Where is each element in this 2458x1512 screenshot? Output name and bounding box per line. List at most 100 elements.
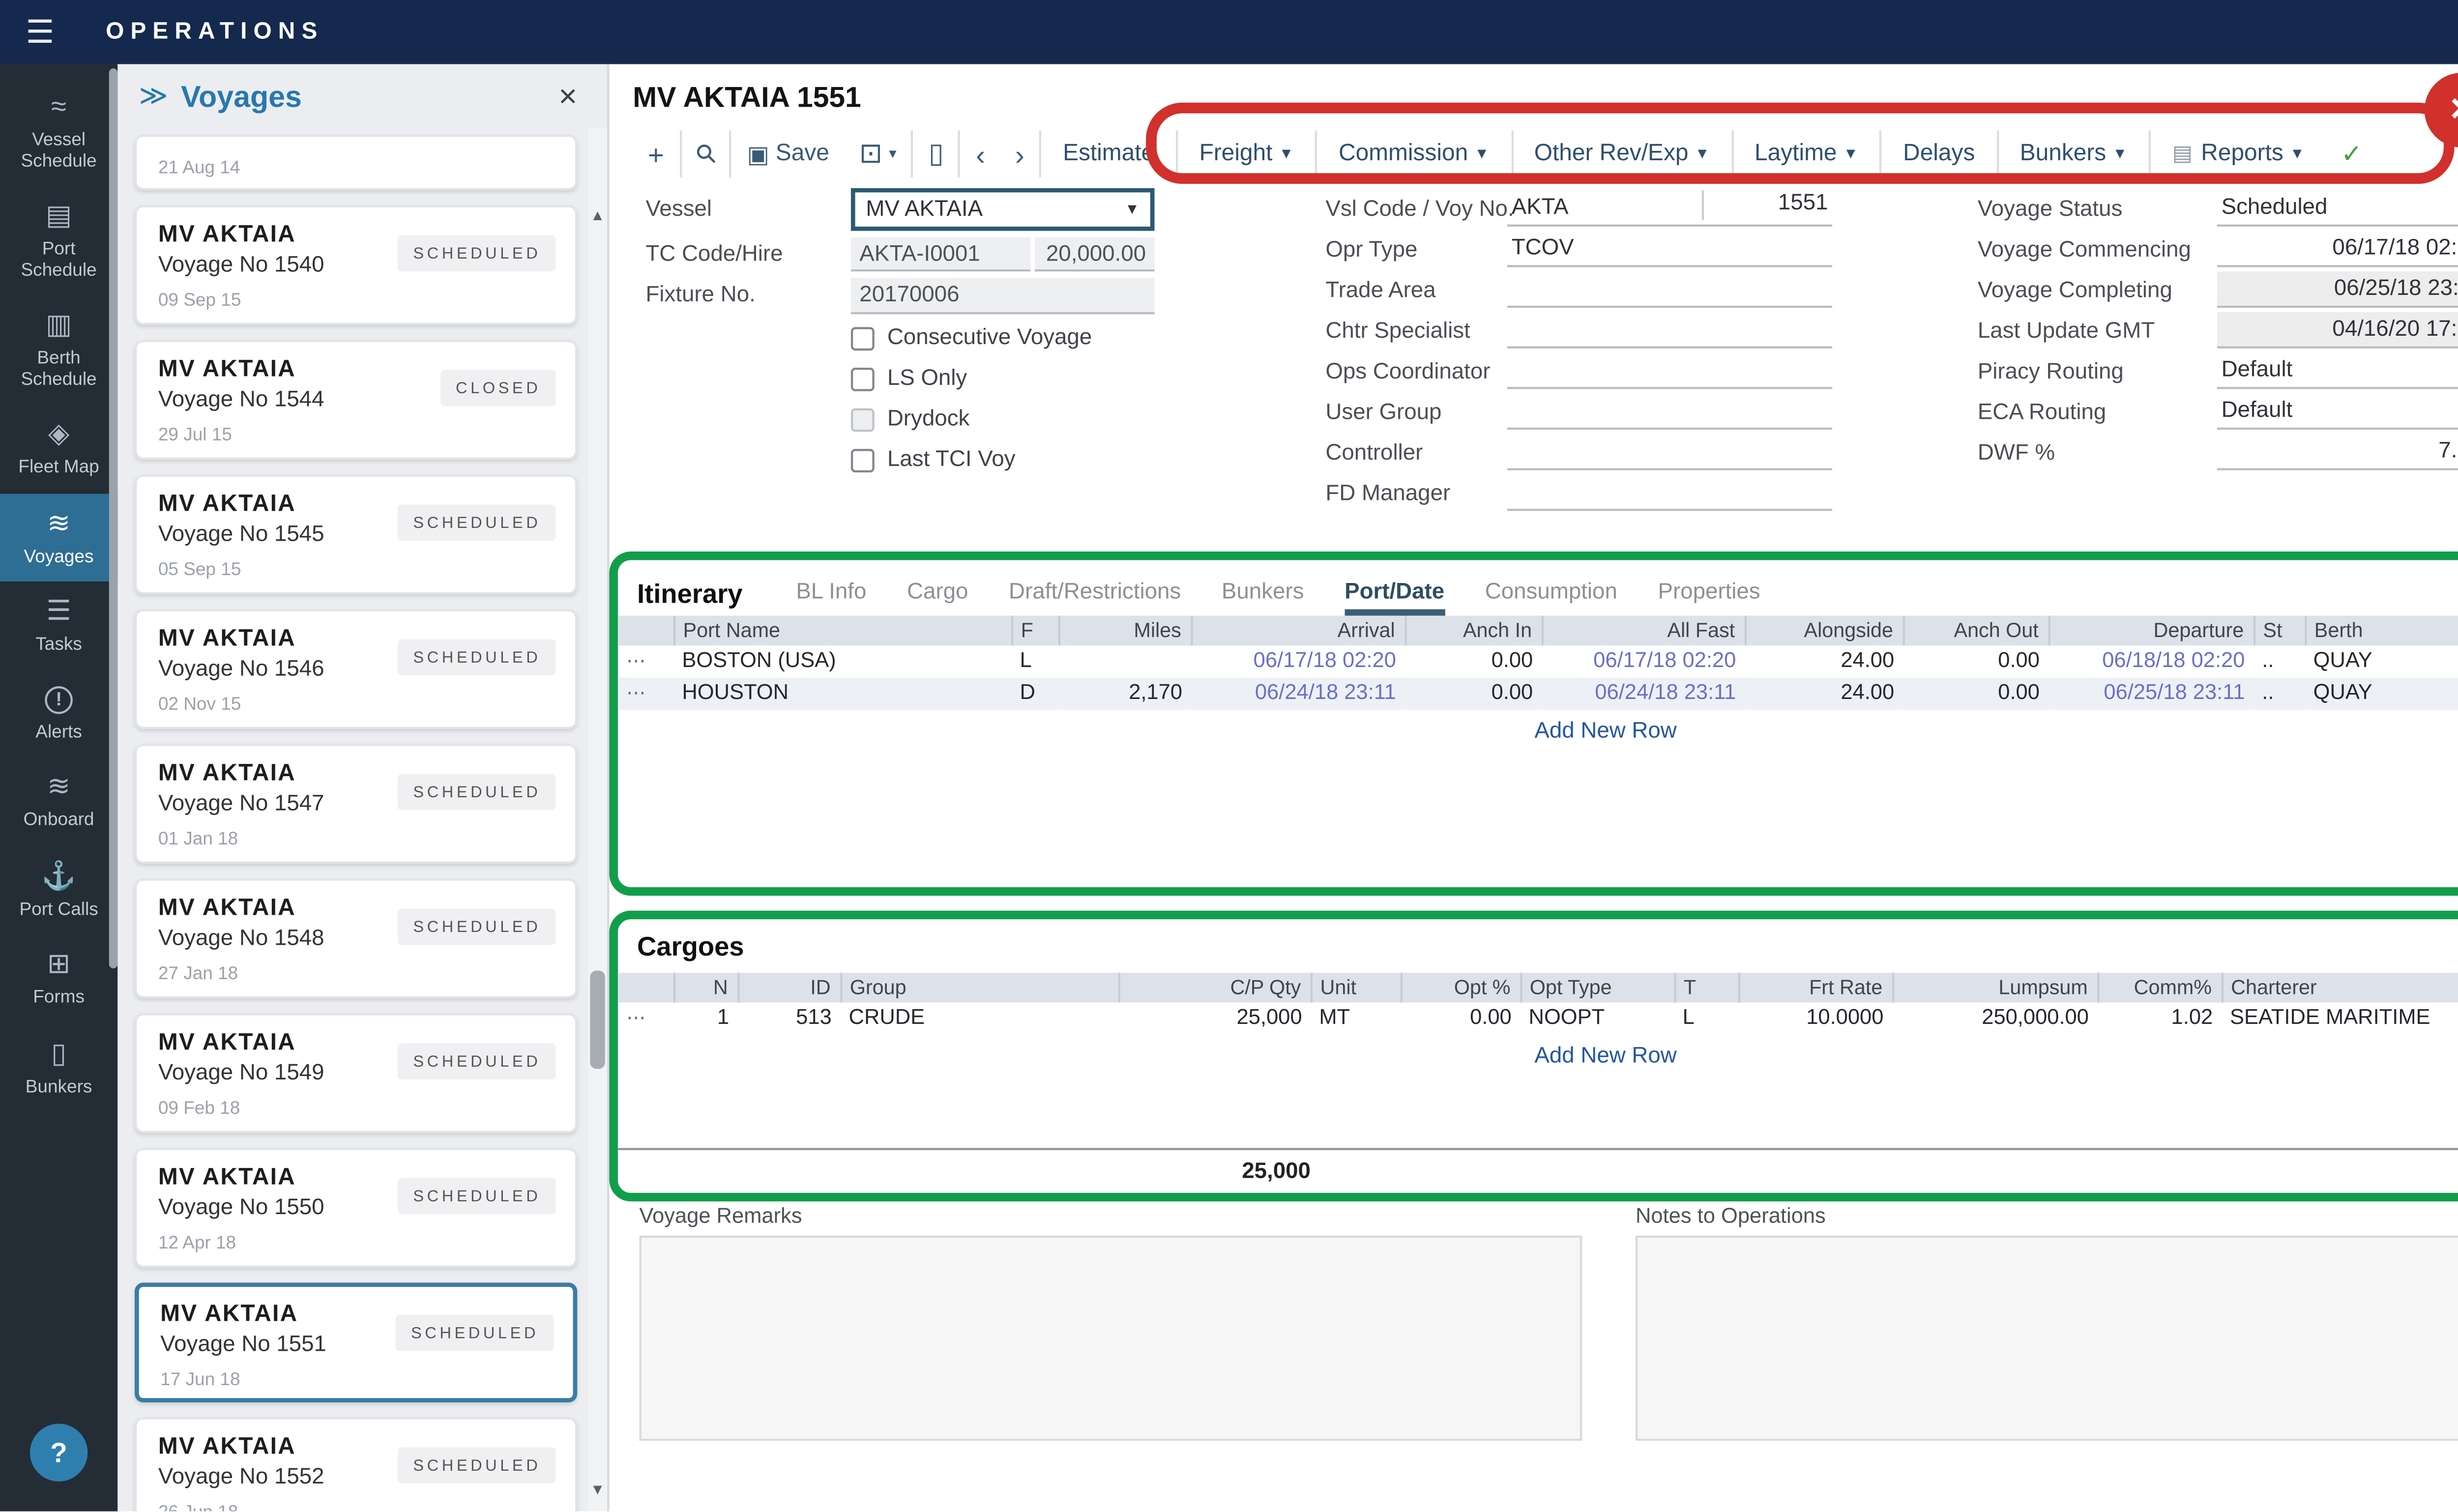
itin-table-col-header-anch-out: Anch Out xyxy=(1903,616,2048,646)
tab-consumption[interactable]: Consumption xyxy=(1485,580,1617,616)
sidebar-item-port-schedule[interactable]: ▤Port Schedule xyxy=(0,186,117,295)
save-button[interactable]: ▣Save xyxy=(747,140,829,168)
toolbar-menu-freight[interactable]: Freight▼ xyxy=(1178,141,1315,167)
toolbar-menu-laytime[interactable]: Laytime▼ xyxy=(1733,141,1880,167)
field-opr-type[interactable]: TCOV xyxy=(1507,231,1832,267)
cargoes-add-new-row[interactable]: Add New Row xyxy=(618,1043,2458,1069)
scrollbar-thumb[interactable] xyxy=(590,970,605,1069)
tc-code-field[interactable]: AKTA-I0001 xyxy=(851,237,1030,272)
toolbar-menu-bunkers[interactable]: Bunkers▼ xyxy=(1998,141,2149,167)
voyage-card[interactable]: MV AKTAIAVoyage No 154909 Feb 18SCHEDULE… xyxy=(135,1013,577,1133)
fixture-no-field[interactable]: 20170006 xyxy=(851,278,1155,314)
toolbar-menu-estimate[interactable]: Estimate xyxy=(1042,141,1176,167)
chevron-down-icon: ▼ xyxy=(1279,146,1294,161)
checkbox-ls-only[interactable]: LS Only xyxy=(851,366,967,391)
field-label-opr-type: Opr Type xyxy=(1325,237,1417,263)
field-user-group[interactable] xyxy=(1507,393,1832,430)
checkbox-box[interactable] xyxy=(851,326,875,349)
sidebar-item-forms[interactable]: ⊞Forms xyxy=(0,934,117,1023)
scroll-up-icon[interactable]: ▲ xyxy=(588,209,607,224)
field-fd-manager[interactable] xyxy=(1507,474,1832,511)
scroll-down-icon[interactable]: ▼ xyxy=(588,1483,607,1498)
voyage-card[interactable]: MV AKTAIAVoyage No 154701 Jan 18SCHEDULE… xyxy=(135,744,577,864)
notes-to-operations-textarea[interactable] xyxy=(1636,1236,2458,1441)
field-vsl-code-voy-no[interactable]: AKTA1551 xyxy=(1507,190,1832,227)
delete-trash-icon[interactable]: ▯ xyxy=(929,137,944,171)
sidebar-item-vessel-schedule[interactable]: ≈Vessel Schedule xyxy=(0,77,117,186)
toolbar-menu-other-rev-exp[interactable]: Other Rev/Exp▼ xyxy=(1513,141,1731,167)
field-chtr-specialist[interactable] xyxy=(1507,312,1832,349)
voyage-card[interactable]: MV AKTAIAVoyage No 154505 Sep 15SCHEDULE… xyxy=(135,474,577,594)
sidebar-item-bunkers[interactable]: ▯Bunkers xyxy=(0,1023,117,1111)
toolbar-menu-commission[interactable]: Commission▼ xyxy=(1317,141,1511,167)
cargo-table-row[interactable]: ⋯1513CRUDE25,000MT0.00NOOPTL10.0000250,0… xyxy=(618,1003,2458,1035)
field-dwf[interactable]: 7.00 xyxy=(2217,434,2458,470)
checkbox-box[interactable] xyxy=(851,407,875,431)
checkbox-box[interactable] xyxy=(851,448,875,471)
voyage-card[interactable]: MV AKTAIAVoyage No 154602 Nov 15SCHEDULE… xyxy=(135,609,577,729)
field-voyage-completing[interactable]: 06/25/18 23:11 xyxy=(2217,271,2458,308)
add-button[interactable]: + xyxy=(648,138,664,170)
tab-cargo[interactable]: Cargo xyxy=(907,580,968,616)
page-title: MV AKTAIA 1551 xyxy=(633,81,861,113)
report-doc-icon: ▤ xyxy=(2172,142,2193,166)
field-trade-area[interactable] xyxy=(1507,271,1832,308)
checkbox-box[interactable] xyxy=(851,367,875,390)
prev-voyage-button[interactable]: ‹ xyxy=(976,138,985,170)
tab-bl-info[interactable]: BL Info xyxy=(796,580,866,616)
sidebar-item-label: Port Calls xyxy=(19,899,98,919)
sidebar-item-voyages[interactable]: ≋Voyages xyxy=(0,493,117,581)
field-voyage-commencing[interactable]: 06/17/18 02:20 xyxy=(2217,231,2458,267)
checkbox-drydock[interactable]: Drydock xyxy=(851,406,969,432)
itinerary-add-new-row[interactable]: Add New Row xyxy=(618,718,2458,744)
collapse-chevrons-icon[interactable]: ≫ xyxy=(139,79,168,114)
cargo-table-cell: 513 xyxy=(737,1003,840,1035)
next-voyage-button[interactable]: › xyxy=(1015,138,1024,170)
voyage-card[interactable]: MV AKTAIAVoyage No 155226 Jun 18SCHEDULE… xyxy=(135,1417,577,1511)
voyage-card[interactable]: MV AKTAIAVoyage No 154009 Sep 15SCHEDULE… xyxy=(135,205,577,325)
voyage-card[interactable]: MV AKTAIAVoyage No 155117 Jun 18SCHEDULE… xyxy=(135,1282,577,1402)
voyage-card-partial[interactable]: 21 Aug 14 xyxy=(135,135,577,190)
search-icon[interactable]: ⚲ xyxy=(688,137,723,171)
tc-hire-field[interactable]: 20,000.00 xyxy=(1035,237,1155,272)
toolbar-menu-delays[interactable]: Delays xyxy=(1882,141,1996,167)
cargo-table-col-header-unit: Unit xyxy=(1311,973,1401,1003)
voyage-card[interactable]: MV AKTAIAVoyage No 155012 Apr 18SCHEDULE… xyxy=(135,1148,577,1268)
sidebar-scrollbar[interactable] xyxy=(109,68,117,968)
cargo-table-col-header-handle xyxy=(618,973,673,1003)
sidebar-item-alerts[interactable]: !Alerts xyxy=(0,670,117,756)
tab-draft-restrictions[interactable]: Draft/Restrictions xyxy=(1009,580,1181,616)
field-last-update-gmt[interactable]: 04/16/20 17:35 xyxy=(2217,312,2458,349)
vessel-dropdown[interactable]: MV AKTAIA▼ xyxy=(851,188,1155,231)
field-eca-routing[interactable]: Default xyxy=(2217,393,2458,430)
cargo-table-cell: 1.02 xyxy=(2097,1003,2221,1035)
field-label-ops-coordinator: Ops Coordinator xyxy=(1325,359,1490,385)
voyage-card[interactable]: MV AKTAIAVoyage No 154429 Jul 15CLOSED xyxy=(135,340,577,460)
sidebar-item-fleet-map[interactable]: ◈Fleet Map xyxy=(0,404,117,493)
field-voyage-status[interactable]: Scheduled xyxy=(2217,190,2458,227)
field-piracy-routing[interactable]: Default xyxy=(2217,353,2458,389)
cargo-table-cell: L xyxy=(1674,1003,1738,1035)
field-ops-coordinator[interactable] xyxy=(1507,353,1832,389)
checkbox-consecutive-voyage[interactable]: Consecutive Voyage xyxy=(851,325,1092,350)
tab-port-date[interactable]: Port/Date xyxy=(1345,580,1444,616)
voyage-remarks-textarea[interactable] xyxy=(639,1236,1582,1441)
field-controller[interactable] xyxy=(1507,434,1832,470)
hamburger-menu-icon[interactable]: ☰ xyxy=(26,13,55,51)
itin-table-row[interactable]: ⋯HOUSTOND2,17006/24/18 23:110.0006/24/18… xyxy=(618,678,2458,710)
sidebar-item-tasks[interactable]: ☰Tasks xyxy=(0,582,117,670)
tab-bunkers[interactable]: Bunkers xyxy=(1222,580,1304,616)
toolbar-menu-reports[interactable]: ▤Reports▼ xyxy=(2151,141,2326,167)
tab-properties[interactable]: Properties xyxy=(1658,580,1760,616)
itin-table-cell: 24.00 xyxy=(1745,678,1903,710)
voyage-card[interactable]: MV AKTAIAVoyage No 154827 Jan 18SCHEDULE… xyxy=(135,878,577,998)
sidebar-item-berth-schedule[interactable]: ▥Berth Schedule xyxy=(0,295,117,404)
itin-table-row[interactable]: ⋯BOSTON (USA)L06/17/18 02:200.0006/17/18… xyxy=(618,645,2458,677)
checkbox-last-tci-voy[interactable]: Last TCI Voy xyxy=(851,447,1016,472)
close-icon[interactable]: × xyxy=(558,78,577,115)
help-button[interactable]: ? xyxy=(30,1424,88,1481)
sidebar-item-onboard[interactable]: ≋Onboard xyxy=(0,757,117,845)
copy-button[interactable]: ⊡▾ xyxy=(859,137,897,171)
save-label: Save xyxy=(776,141,829,167)
sidebar-item-port-calls[interactable]: ⚓Port Calls xyxy=(0,845,117,934)
